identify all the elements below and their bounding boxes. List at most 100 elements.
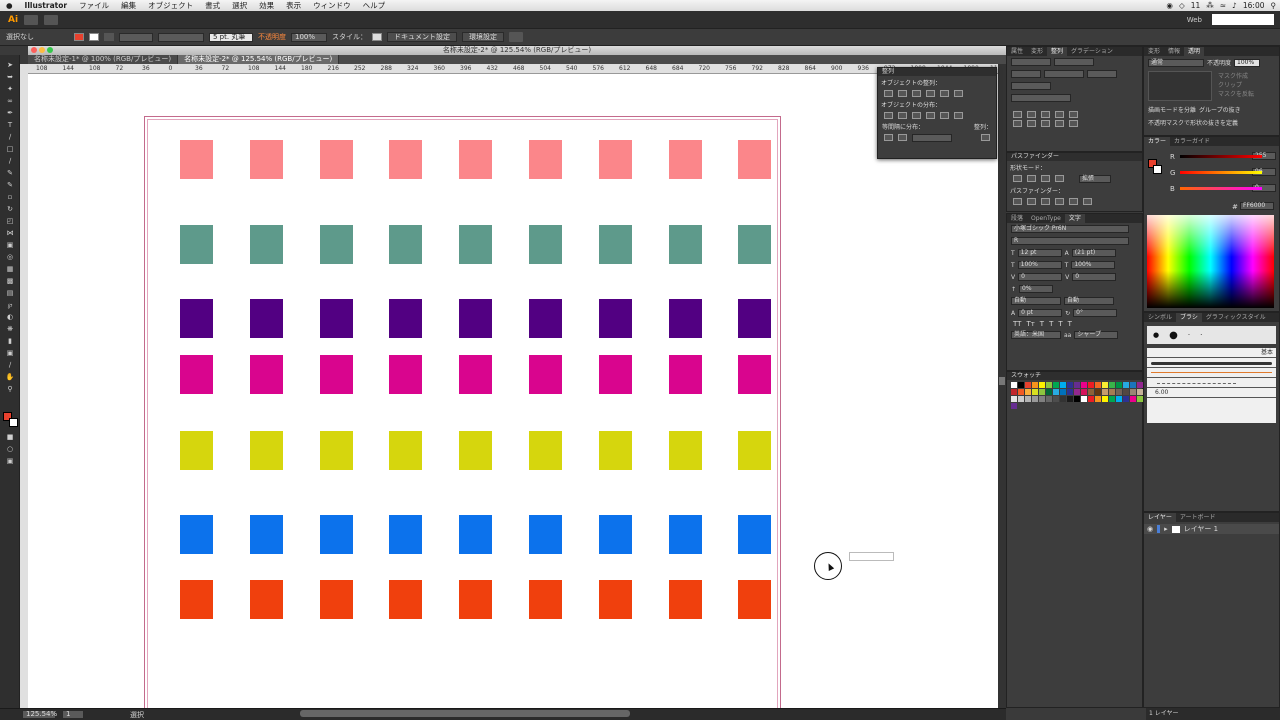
tab-transform[interactable]: 変形 bbox=[1027, 47, 1047, 56]
layer-row[interactable]: ◉ ▸ レイヤー 1 bbox=[1144, 524, 1279, 534]
swatch[interactable] bbox=[1109, 382, 1115, 388]
artwork-square[interactable] bbox=[738, 580, 772, 619]
calligraphic-brush-row[interactable]: ● ● · · bbox=[1147, 326, 1276, 344]
artwork-square[interactable] bbox=[319, 299, 353, 338]
artwork-square[interactable] bbox=[668, 580, 702, 619]
opacity-mask-checkbox[interactable]: 不透明マスクで形状の抜きを定義 bbox=[1148, 118, 1238, 127]
eyedropper-tool-icon[interactable]: ℘ bbox=[5, 301, 15, 309]
spotlight-icon[interactable]: ⚲ bbox=[1271, 1, 1277, 10]
swatch[interactable] bbox=[1102, 396, 1108, 402]
swatch[interactable] bbox=[1116, 382, 1122, 388]
artwork-square[interactable] bbox=[319, 580, 353, 619]
blend-tool-icon[interactable]: ◐ bbox=[5, 313, 15, 321]
free-transform-tool-icon[interactable]: ▣ bbox=[5, 241, 15, 249]
artwork-square[interactable] bbox=[249, 515, 283, 554]
hex-field[interactable]: FF6000 bbox=[1240, 202, 1274, 210]
exclude-icon[interactable] bbox=[1055, 175, 1064, 182]
opacity-field[interactable]: 100% bbox=[291, 32, 327, 42]
brush-row-arrow[interactable] bbox=[1147, 368, 1276, 378]
transform-icon-1[interactable] bbox=[1013, 111, 1022, 118]
align-to-icon[interactable] bbox=[981, 134, 990, 141]
swatch[interactable] bbox=[1074, 389, 1080, 395]
drawing-mode-icon[interactable]: ○ bbox=[5, 445, 15, 453]
align-bottom-icon[interactable] bbox=[954, 90, 963, 97]
close-window-icon[interactable] bbox=[31, 47, 37, 53]
spacing-vertical-icon[interactable] bbox=[884, 134, 893, 141]
swatch-grid[interactable] bbox=[1007, 380, 1143, 411]
swatch[interactable] bbox=[1088, 389, 1094, 395]
artwork-square[interactable] bbox=[180, 580, 213, 619]
preferences-button[interactable]: 環境設定 bbox=[462, 32, 504, 42]
swatch[interactable] bbox=[1067, 389, 1073, 395]
baseline-field[interactable]: 0 pt bbox=[1018, 309, 1063, 317]
artwork-square[interactable] bbox=[389, 299, 423, 338]
artwork-square[interactable] bbox=[738, 299, 772, 338]
eraser-tool-icon[interactable]: ▫ bbox=[5, 193, 15, 201]
swatch[interactable] bbox=[1011, 403, 1017, 409]
tab-align[interactable]: 整列 bbox=[1047, 47, 1068, 56]
swatch[interactable] bbox=[1130, 396, 1136, 402]
graphic-style-swatch[interactable] bbox=[372, 33, 382, 41]
tt-icon[interactable]: TT bbox=[1013, 320, 1021, 328]
aki-right-field[interactable]: 自動 bbox=[1064, 297, 1114, 305]
mesh-tool-icon[interactable]: ▩ bbox=[5, 277, 15, 285]
swatch[interactable] bbox=[1025, 396, 1031, 402]
swatch[interactable] bbox=[1067, 396, 1073, 402]
swatch[interactable] bbox=[1074, 396, 1080, 402]
swatch[interactable] bbox=[1018, 396, 1024, 402]
artwork-square[interactable] bbox=[319, 515, 353, 554]
color-stroke-box[interactable] bbox=[1153, 165, 1162, 174]
transform-icon-3[interactable] bbox=[1041, 111, 1050, 118]
swatch[interactable] bbox=[1081, 389, 1087, 395]
swatch[interactable] bbox=[1032, 389, 1038, 395]
transform-icon-5[interactable] bbox=[1069, 111, 1078, 118]
align-panel-title[interactable]: 整列 bbox=[878, 68, 996, 76]
swatch[interactable] bbox=[1074, 382, 1080, 388]
spacing-field[interactable] bbox=[912, 134, 952, 142]
tab-layers[interactable]: レイヤー bbox=[1144, 513, 1176, 522]
tab-attributes[interactable]: 属性 bbox=[1007, 47, 1027, 56]
tab-transparency[interactable]: 透明 bbox=[1184, 47, 1205, 56]
artwork-square[interactable] bbox=[180, 225, 213, 264]
transform-field-1[interactable] bbox=[1011, 58, 1051, 66]
brush-basic-row[interactable]: 基本 bbox=[1147, 348, 1276, 358]
artwork-square[interactable] bbox=[249, 225, 283, 264]
width-tool-icon[interactable]: ⋈ bbox=[5, 229, 15, 237]
horizontal-ruler[interactable]: 108 144 108 72 36 0 36 72 108 144 180 216 252 288 324 3… bbox=[28, 64, 998, 74]
transform-icon-10[interactable] bbox=[1069, 120, 1078, 127]
swatch[interactable] bbox=[1130, 389, 1136, 395]
kerning-field[interactable]: 0 bbox=[1018, 273, 1063, 281]
color-spectrum[interactable] bbox=[1147, 215, 1274, 308]
artwork-square[interactable] bbox=[738, 140, 772, 179]
transform-field-6[interactable] bbox=[1011, 82, 1051, 90]
artwork-square[interactable] bbox=[459, 299, 493, 338]
swatch[interactable] bbox=[1018, 382, 1024, 388]
swatch[interactable] bbox=[1123, 396, 1129, 402]
swatches-title[interactable]: スウォッチ bbox=[1007, 372, 1142, 380]
swatch[interactable] bbox=[1130, 382, 1136, 388]
swatch[interactable] bbox=[1109, 396, 1115, 402]
artwork-square[interactable] bbox=[319, 431, 353, 470]
strikethrough-icon[interactable]: T bbox=[1068, 320, 1072, 328]
artwork-square[interactable] bbox=[668, 431, 702, 470]
artboard-number-field[interactable]: 1 bbox=[62, 710, 84, 719]
swatch[interactable] bbox=[1060, 382, 1066, 388]
artwork-square[interactable] bbox=[668, 355, 702, 394]
artwork-square[interactable] bbox=[738, 225, 772, 264]
status-count[interactable]: 11 bbox=[1191, 1, 1201, 10]
unite-icon[interactable] bbox=[1013, 175, 1022, 182]
menu-window[interactable]: ウィンドウ bbox=[307, 0, 357, 11]
artwork-square[interactable] bbox=[319, 140, 353, 179]
invert-mask-checkbox[interactable]: マスクを反転 bbox=[1218, 89, 1254, 98]
spacing-horizontal-icon[interactable] bbox=[898, 134, 907, 141]
artwork-square[interactable] bbox=[389, 431, 423, 470]
swatch[interactable] bbox=[1088, 396, 1094, 402]
menu-effect[interactable]: 効果 bbox=[253, 0, 280, 11]
transform-field-3[interactable] bbox=[1011, 70, 1041, 78]
transform-icon-8[interactable] bbox=[1041, 120, 1050, 127]
minimize-window-icon[interactable] bbox=[39, 47, 45, 53]
apple-menu-icon[interactable]: ● bbox=[0, 1, 19, 10]
artwork-square[interactable] bbox=[319, 355, 353, 394]
artwork-square[interactable] bbox=[529, 299, 562, 338]
artwork-square[interactable] bbox=[738, 431, 772, 470]
